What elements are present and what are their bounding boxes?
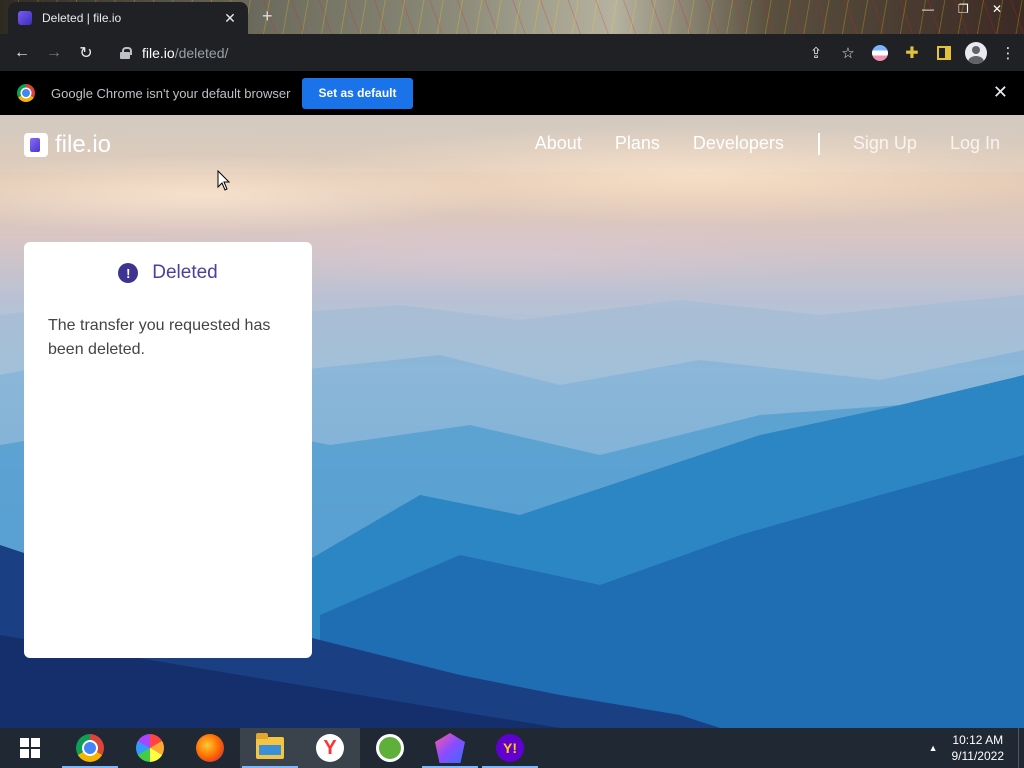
share-icon[interactable]: ⇪ xyxy=(800,34,832,71)
tray-expand-icon[interactable]: ▲ xyxy=(929,743,938,753)
pinwheel-icon xyxy=(136,734,164,762)
show-desktop-button[interactable] xyxy=(1018,728,1024,768)
extension-icon[interactable] xyxy=(864,34,896,71)
taskbar-yahoo[interactable]: Y! xyxy=(480,728,540,768)
toolbar-actions: ⇪ ☆ ✚ ⋮ xyxy=(800,34,1024,71)
site-logo[interactable]: file.io xyxy=(24,131,111,159)
system-tray: ▲ 10:12 AM 9/11/2022 xyxy=(929,728,1024,768)
set-as-default-button[interactable]: Set as default xyxy=(302,77,413,109)
nav-signup[interactable]: Sign Up xyxy=(853,133,917,154)
taskbar-file-explorer[interactable] xyxy=(240,728,300,768)
infobar-message: Google Chrome isn't your default browser xyxy=(51,85,291,101)
window-close-icon[interactable]: ✕ xyxy=(992,2,1002,16)
maximize-icon[interactable]: ❐ xyxy=(958,2,969,16)
web-page: file.io About Plans Developers Sign Up L… xyxy=(0,115,1024,728)
taskbar-gem-app[interactable] xyxy=(420,728,480,768)
nav-developers[interactable]: Developers xyxy=(693,133,784,154)
brand-name: file.io xyxy=(55,131,112,158)
new-tab-icon[interactable]: + xyxy=(262,6,273,27)
star-icon[interactable]: ☆ xyxy=(832,34,864,71)
minimize-icon[interactable]: — xyxy=(922,2,934,16)
yahoo-messenger-icon: Y! xyxy=(496,734,524,762)
alert-icon: ! xyxy=(118,263,139,283)
browser-toolbar: ← → ↻ file.io/deleted/ ⇪ ☆ ✚ ⋮ xyxy=(0,34,1024,71)
site-nav-links: About Plans Developers Sign Up Log In xyxy=(502,115,1000,172)
address-bar[interactable]: file.io/deleted/ xyxy=(110,39,850,66)
tab-close-icon[interactable]: ✕ xyxy=(222,10,238,27)
status-card: ! Deleted The transfer you requested has… xyxy=(24,242,312,658)
start-button[interactable] xyxy=(0,728,60,768)
gem-icon xyxy=(435,733,465,763)
green-app-icon xyxy=(376,734,404,762)
menu-icon[interactable]: ⋮ xyxy=(992,34,1024,71)
reload-icon[interactable]: ↻ xyxy=(70,43,102,63)
taskbar-clock[interactable]: 10:12 AM 9/11/2022 xyxy=(952,732,1005,764)
fileio-logo-icon xyxy=(24,133,48,157)
clock-date: 9/11/2022 xyxy=(951,749,1005,763)
infobar-close-icon[interactable]: ✕ xyxy=(993,82,1008,103)
profile-icon[interactable] xyxy=(960,34,992,71)
nav-about[interactable]: About xyxy=(535,133,582,154)
browser-tab[interactable]: Deleted | file.io ✕ xyxy=(8,2,248,34)
taskbar-yandex[interactable]: Y xyxy=(300,728,360,768)
browser-titlebar: Deleted | file.io ✕ + — ❐ ✕ xyxy=(0,0,1024,34)
card-title: Deleted xyxy=(152,262,218,283)
chrome-icon xyxy=(76,734,104,762)
taskbar-chrome[interactable] xyxy=(60,728,120,768)
side-panel-icon[interactable] xyxy=(928,34,960,71)
chrome-logo-icon xyxy=(17,84,35,102)
fileio-favicon-icon xyxy=(18,11,32,25)
card-header: ! Deleted xyxy=(48,262,288,284)
windows-start-icon xyxy=(20,738,40,758)
firefox-icon xyxy=(196,734,224,762)
nav-divider xyxy=(817,132,820,155)
mouse-cursor-icon xyxy=(217,170,231,191)
nav-plans[interactable]: Plans xyxy=(615,133,660,154)
default-browser-infobar: Google Chrome isn't your default browser… xyxy=(0,71,1024,115)
nav-login[interactable]: Log In xyxy=(950,133,1000,154)
taskbar-firefox[interactable] xyxy=(180,728,240,768)
lock-icon[interactable] xyxy=(120,46,132,59)
tab-title: Deleted | file.io xyxy=(42,11,122,25)
puzzle-icon[interactable]: ✚ xyxy=(896,34,928,71)
windows-taskbar: Y Y! ▲ 10:12 AM 9/11/2022 xyxy=(0,728,1024,768)
folder-icon xyxy=(256,733,284,759)
url-path: /deleted/ xyxy=(174,44,229,61)
clock-time: 10:12 AM xyxy=(952,733,1004,747)
site-header: file.io About Plans Developers Sign Up L… xyxy=(0,115,1024,172)
forward-icon[interactable]: → xyxy=(38,44,70,62)
back-icon[interactable]: ← xyxy=(6,44,38,62)
taskbar-green-app[interactable] xyxy=(360,728,420,768)
yandex-icon: Y xyxy=(316,734,344,762)
taskbar-pinwheel[interactable] xyxy=(120,728,180,768)
url-host: file.io xyxy=(142,44,175,61)
card-message: The transfer you requested has been dele… xyxy=(48,317,271,358)
